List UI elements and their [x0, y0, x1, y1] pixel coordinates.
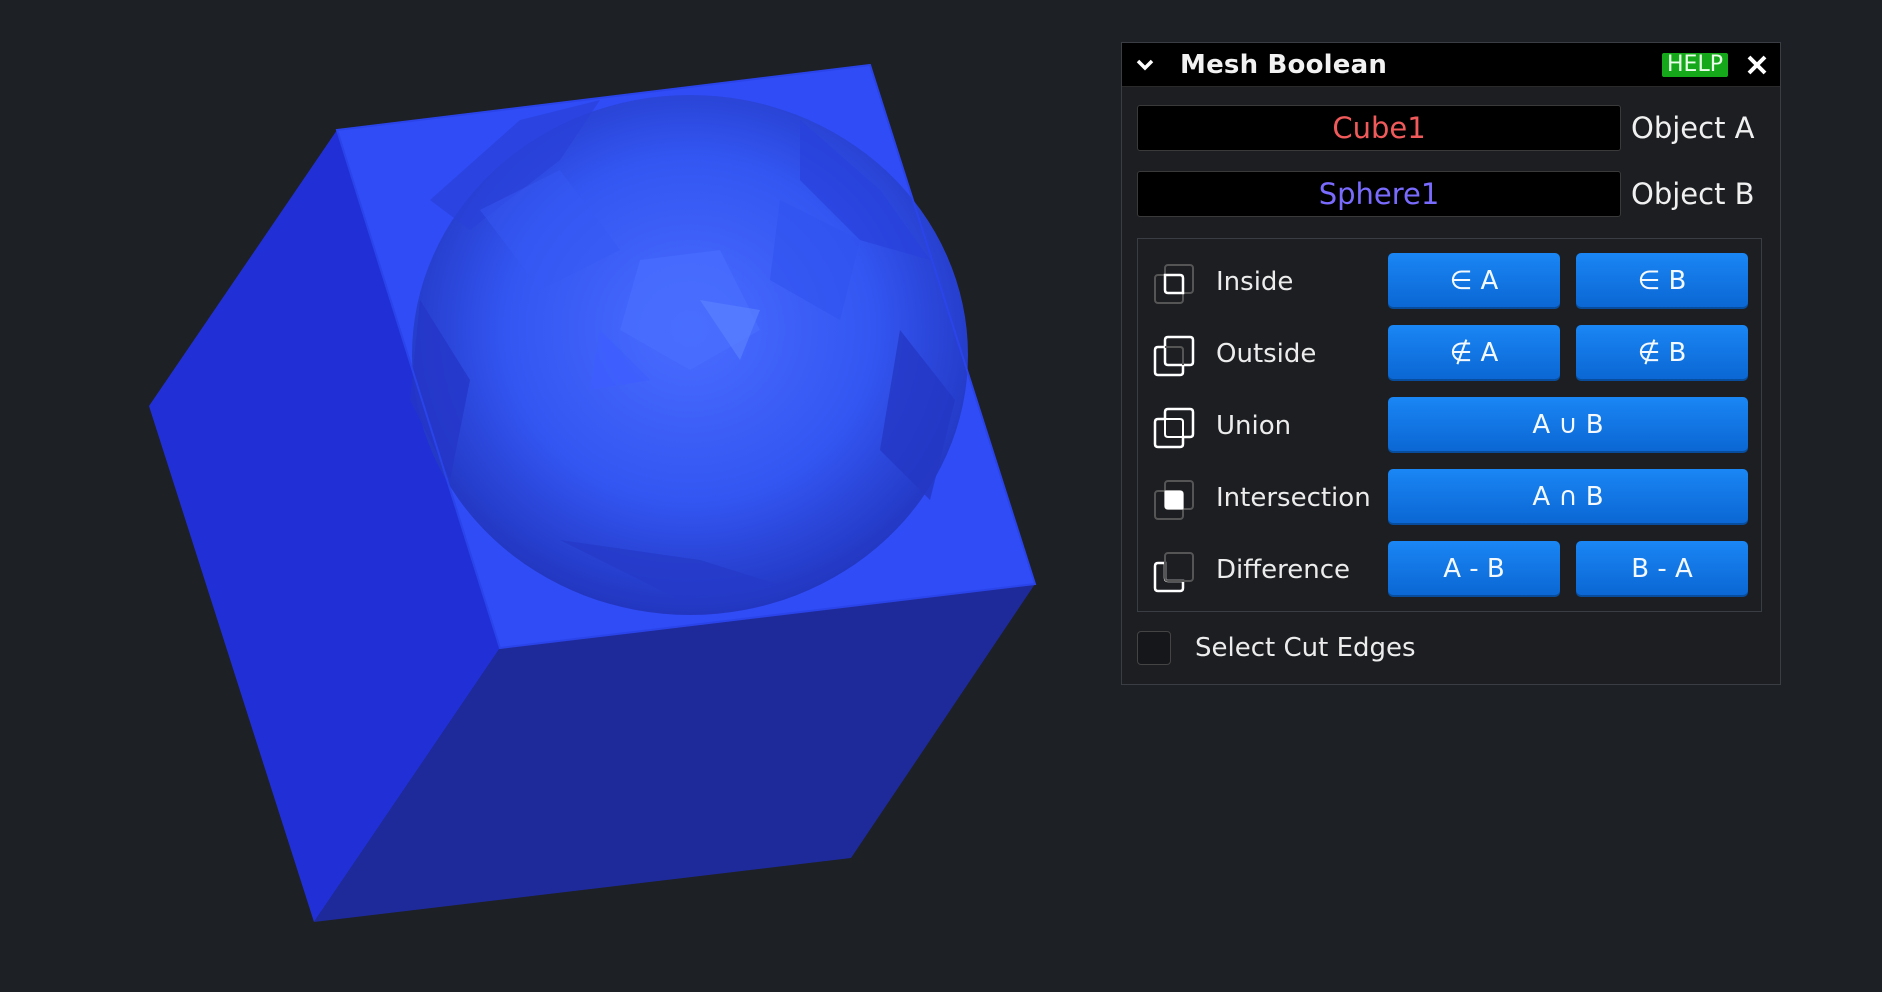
op-label-outside: Outside: [1216, 339, 1317, 369]
union-icon[interactable]: [1152, 407, 1196, 451]
op-row-outside: Outside ∉ A ∉ B: [1138, 325, 1761, 383]
object-b-field[interactable]: Sphere1: [1137, 171, 1621, 217]
help-button[interactable]: HELP: [1662, 53, 1728, 77]
outside-icon[interactable]: [1152, 335, 1196, 379]
in-b-button[interactable]: ∈ B: [1576, 253, 1748, 309]
intersection-icon[interactable]: [1152, 479, 1196, 523]
not-in-b-button[interactable]: ∉ B: [1576, 325, 1748, 381]
intersection-button[interactable]: A ∩ B: [1388, 469, 1748, 525]
object-a-row: Cube1 Object A: [1137, 105, 1767, 153]
chevron-down-icon[interactable]: [1134, 54, 1156, 76]
select-cut-edges-label: Select Cut Edges: [1195, 633, 1416, 663]
not-in-a-button[interactable]: ∉ A: [1388, 325, 1560, 381]
object-b-label: Object B: [1631, 177, 1755, 211]
op-row-union: Union A ∪ B: [1138, 397, 1761, 455]
b-minus-a-button[interactable]: B - A: [1576, 541, 1748, 597]
close-icon[interactable]: [1746, 54, 1768, 76]
select-cut-edges-row: Select Cut Edges: [1137, 631, 1537, 667]
a-minus-b-button[interactable]: A - B: [1388, 541, 1560, 597]
object-b-row: Sphere1 Object B: [1137, 171, 1767, 219]
object-a-field[interactable]: Cube1: [1137, 105, 1621, 151]
select-cut-edges-checkbox[interactable]: [1137, 631, 1171, 665]
op-label-difference: Difference: [1216, 555, 1351, 585]
in-a-button[interactable]: ∈ A: [1388, 253, 1560, 309]
op-row-intersection: Intersection A ∩ B: [1138, 469, 1761, 527]
panel-titlebar: Mesh Boolean HELP: [1122, 43, 1780, 87]
difference-icon[interactable]: [1152, 551, 1196, 595]
mesh-boolean-panel: Mesh Boolean HELP Cube1 Object A Sphere1…: [1121, 42, 1781, 685]
panel-title: Mesh Boolean: [1180, 49, 1388, 80]
op-row-inside: Inside ∈ A ∈ B: [1138, 253, 1761, 311]
union-button[interactable]: A ∪ B: [1388, 397, 1748, 453]
object-a-label: Object A: [1631, 111, 1755, 145]
op-label-union: Union: [1216, 411, 1292, 441]
sphere-cavity: [410, 95, 968, 615]
boolean-operations-group: Inside ∈ A ∈ B Outside ∉ A ∉ B Union A ∪…: [1137, 238, 1762, 612]
op-row-difference: Difference A - B B - A: [1138, 541, 1761, 599]
op-label-inside: Inside: [1216, 267, 1294, 297]
inside-icon[interactable]: [1152, 263, 1196, 307]
op-label-intersection: Intersection: [1216, 483, 1371, 513]
